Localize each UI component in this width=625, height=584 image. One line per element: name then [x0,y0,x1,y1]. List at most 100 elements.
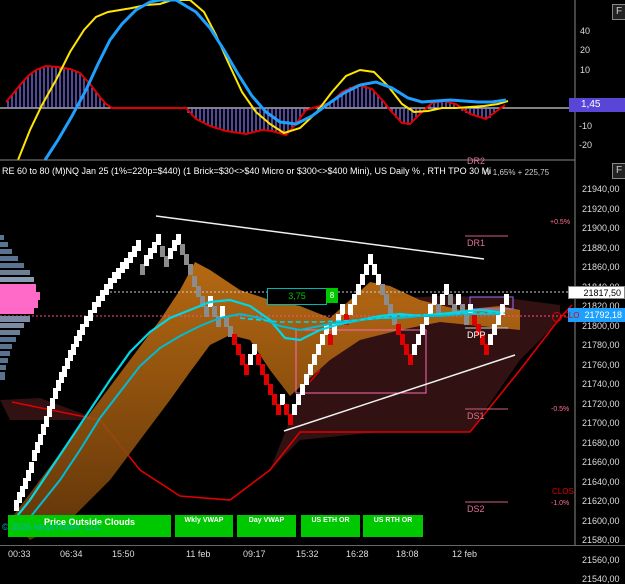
price-panel-menu-button[interactable]: F [612,163,625,179]
renko-brick [180,244,185,255]
renko-brick [288,414,293,425]
renko-brick [464,314,469,325]
renko-brick [296,394,301,405]
price-y-tick: 21540,00 [582,574,620,584]
dr1-label: DR1 [467,238,486,248]
x-tick: 11 feb [186,549,211,559]
x-tick: 15:32 [296,549,319,559]
dpp-label: DPP [467,330,486,340]
renko-brick [204,306,209,317]
price-y-tick: 21940,00 [582,184,620,194]
renko-brick [472,314,477,325]
day-vwap-button[interactable]: Day VWAP [237,515,296,537]
clo-label: CLO [563,311,580,320]
renko-brick [400,334,405,345]
renko-brick [456,294,461,305]
price-y-tick: 21580,00 [582,535,620,545]
vwap-price-marker-icon [552,312,562,322]
renko-brick [432,294,437,305]
upper-trendline [155,215,485,260]
renko-brick [340,304,345,315]
renko-brick [412,344,417,355]
renko-brick [416,334,421,345]
renko-brick [240,354,245,365]
x-axis-divider [0,545,625,546]
ind-y-tick: -20 [579,140,593,150]
renko-brick [376,274,381,285]
renko-brick [276,404,281,415]
renko-brick [272,394,277,405]
renko-brick [428,304,433,315]
clos-label: CLOS [552,487,574,496]
chart-canvas[interactable] [0,0,625,562]
renko-brick [328,334,333,345]
renko-brick [384,294,389,305]
ind-y-tick: 40 [580,26,591,36]
renko-brick [300,384,305,395]
renko-brick [44,416,49,427]
indicator-panel [0,0,575,161]
us-rth-or-button[interactable]: US RTH OR [363,515,423,537]
renko-brick [488,334,493,345]
us-eth-or-button[interactable]: US ETH OR [301,515,360,537]
renko-brick [284,404,289,415]
renko-brick [404,344,409,355]
price-y-tick: 21720,00 [582,398,620,409]
renko-brick [188,264,193,275]
dr2-label: DR2 [467,156,486,166]
renko-brick [396,324,401,335]
renko-brick [220,306,225,317]
price-y-tick: 21880,00 [582,242,620,253]
renko-brick [368,254,373,265]
renko-brick [29,462,34,473]
renko-brick [440,294,445,305]
price-y-tick: 21860,00 [582,262,620,272]
renko-brick [156,234,161,245]
renko-brick [304,374,309,385]
renko-brick [196,286,201,297]
renko-brick [212,306,217,317]
renko-brick [280,394,285,405]
renko-brick [496,314,501,325]
x-tick: 18:08 [396,549,419,559]
x-tick: 16:28 [346,549,369,559]
copyright-text: © 2025 NinjaTrader, LLC [2,522,102,532]
renko-brick [268,384,273,395]
ds2-label: DS2 [467,504,485,514]
x-tick: 00:33 [8,549,31,559]
price-y-tick: 21660,00 [582,457,620,467]
renko-brick [176,234,181,245]
renko-brick [136,240,141,251]
renko-brick [320,334,325,345]
renko-brick [420,324,425,335]
renko-brick [232,334,237,345]
renko-brick [184,254,189,265]
price-y-tick: 21900,00 [582,223,620,233]
renko-brick [236,344,241,355]
renko-brick [372,264,377,275]
x-tick: 12 feb [452,549,478,559]
price-y-tick: 21640,00 [582,476,620,487]
indicator-value-badge: 1,45 [569,98,625,112]
wkly-vwap-button[interactable]: Wkly VWAP [175,515,233,537]
renko-brick [492,324,497,335]
renko-brick [308,364,313,375]
price-y-tick: 21800,00 [582,320,620,331]
price-y-tick: 21920,00 [582,203,620,214]
renko-brick [448,294,453,305]
renko-brick [50,398,55,409]
renko-brick [380,284,385,295]
renko-brick [316,344,321,355]
price-y-tick: 21620,00 [582,496,620,506]
renko-brick [504,294,509,305]
indicator-panel-menu-button[interactable]: F [612,4,625,20]
x-tick: 06:34 [60,549,83,559]
renko-brick [160,246,165,257]
price-y-tick: 21560,00 [582,554,620,565]
renko-brick [312,354,317,365]
renko-brick [388,304,393,315]
renko-brick [352,294,357,305]
price-y-tick: 21780,00 [582,340,620,350]
renko-brick [356,284,361,295]
renko-brick [292,404,297,415]
